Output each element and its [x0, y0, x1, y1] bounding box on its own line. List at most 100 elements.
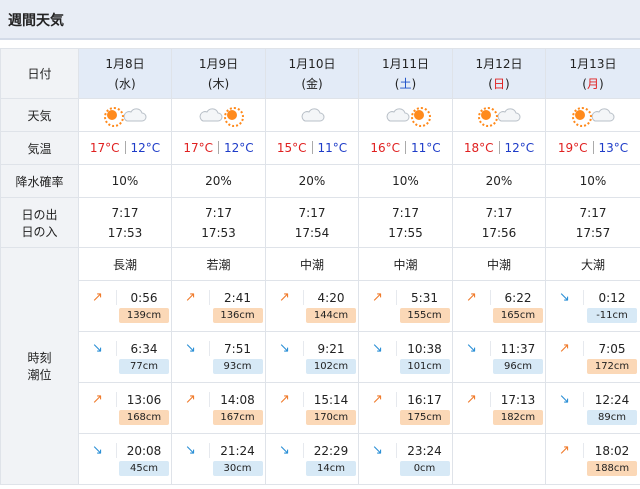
tide-level: 172cm	[587, 358, 637, 374]
tide-name-cell: 中潮	[358, 247, 453, 281]
tide-cell: ↘ 0:12 -11cm	[545, 280, 640, 332]
tide-cell: ↗ 5:31 155cm	[358, 280, 453, 332]
tide-cell: ↗ 16:17 175cm	[358, 382, 453, 434]
tide-cell: ↗ 15:14 170cm	[265, 382, 359, 434]
weather-cell	[452, 98, 546, 132]
divider	[218, 141, 219, 154]
divider	[405, 141, 406, 154]
divider	[592, 141, 594, 154]
tide-level: 101cm	[399, 358, 450, 374]
sunset-time: 17:54	[294, 225, 330, 240]
low-temp: 12°C	[224, 141, 254, 155]
high-temp: 17°C	[183, 141, 213, 155]
rising-arrow-icon: ↗	[172, 289, 210, 305]
precip-cell: 10%	[78, 164, 172, 198]
temperature-cell: 16°C 11°C	[358, 131, 453, 165]
falling-arrow-icon: ↘	[359, 442, 397, 458]
tide-time: 9:21	[317, 341, 345, 356]
tide-level: 168cm	[119, 409, 169, 425]
page-title: 週間天気	[0, 0, 640, 40]
tide-level: 89cm	[587, 409, 637, 425]
temperature-header-cell: 気温	[0, 131, 79, 165]
high-temp: 19°C	[557, 141, 588, 155]
tide-level: 96cm	[493, 358, 543, 374]
rising-arrow-icon: ↗	[79, 289, 117, 305]
precip-value: 10%	[579, 174, 607, 188]
tide-cell: ↗ 7:05 172cm	[545, 331, 640, 383]
sun-times-cell: 7:17 17:55	[358, 197, 453, 248]
tide-name: 若潮	[206, 257, 231, 272]
rising-arrow-icon: ↗	[172, 391, 210, 407]
sunset-time: 17:53	[201, 225, 236, 240]
sunrise-label: 日の出	[21, 207, 58, 222]
tide-header-cell: 時刻 潮位	[0, 247, 79, 485]
tide-level: 167cm	[212, 409, 263, 425]
sunrise-time: 7:17	[579, 205, 607, 220]
falling-arrow-icon: ↘	[546, 289, 584, 305]
sun-times-cell: 7:17 17:56	[452, 197, 546, 248]
tide-time: 4:20	[317, 290, 345, 305]
precip-value: 10%	[392, 174, 419, 188]
sunset-time: 17:56	[481, 225, 517, 240]
tide-time: 6:22	[504, 290, 532, 305]
day-date: 1月8日	[105, 56, 145, 71]
day-header: 1月9日 (木)	[171, 48, 266, 99]
low-temp: 12°C	[130, 141, 161, 155]
cloud-icon	[199, 108, 222, 122]
weekday: (木)	[207, 76, 230, 91]
divider	[124, 141, 126, 154]
tide-cell: ↗ 13:06 168cm	[78, 382, 172, 434]
tide-cell: ↘ 20:08 45cm	[78, 433, 172, 485]
tide-cell: ↘ 12:24 89cm	[545, 382, 640, 434]
tide-cell: ↘ 9:21 102cm	[265, 331, 359, 383]
tide-time: 2:41	[224, 290, 251, 305]
tide-time: 11:37	[500, 341, 536, 356]
day-header: 1月10日 (金)	[265, 48, 359, 99]
rising-arrow-icon: ↗	[359, 391, 397, 407]
sunset-time: 17:57	[575, 225, 611, 240]
weather-label: 天気	[27, 108, 52, 123]
day-date: 1月13日	[569, 56, 617, 71]
tide-cell: ↗ 14:08 167cm	[171, 382, 266, 434]
weekday: (金)	[301, 76, 323, 91]
tide-name: 中潮	[393, 257, 418, 272]
falling-arrow-icon: ↘	[453, 340, 491, 356]
tide-level: -11cm	[587, 307, 637, 323]
falling-arrow-icon: ↘	[266, 340, 304, 356]
cloud-icon	[497, 108, 521, 122]
tide-cell: ↘ 6:34 77cm	[78, 331, 172, 383]
sun-icon	[571, 106, 592, 127]
weekday: 土	[399, 76, 412, 91]
tide-cell: ↘ 21:24 30cm	[171, 433, 266, 485]
sunrise-time: 7:17	[205, 205, 232, 220]
tide-time: 17:13	[500, 392, 536, 407]
sunrise-time: 7:17	[392, 205, 419, 220]
temperature-cell: 15°C 11°C	[265, 131, 359, 165]
divider	[498, 141, 500, 154]
sun-times-cell: 7:17 17:53	[171, 197, 266, 248]
tide-time: 16:17	[407, 392, 442, 407]
date-label: 日付	[27, 67, 52, 81]
tide-time: 21:24	[220, 443, 255, 458]
falling-arrow-icon: ↘	[359, 340, 397, 356]
weather-cell	[265, 98, 359, 132]
falling-arrow-icon: ↘	[546, 391, 584, 407]
sun-times-cell: 7:17 17:57	[545, 197, 640, 248]
falling-arrow-icon: ↘	[79, 340, 117, 356]
day-date: 1月11日	[382, 56, 429, 71]
tide-time: 5:31	[411, 290, 438, 305]
tide-time: 10:38	[407, 341, 442, 356]
sunset-time: 17:55	[388, 225, 423, 240]
divider	[311, 141, 313, 154]
day-date: 1月10日	[288, 56, 336, 71]
tide-cell: ↘ 7:51 93cm	[171, 331, 266, 383]
high-temp: 16°C	[370, 141, 400, 155]
tide-time: 0:12	[598, 290, 626, 305]
tide-name: 大潮	[580, 257, 605, 272]
tide-time: 20:08	[126, 443, 162, 458]
tide-cell: ↗ 2:41 136cm	[171, 280, 266, 332]
weather-header-cell: 天気	[0, 98, 79, 132]
tide-cell: ↗ 0:56 139cm	[78, 280, 172, 332]
tide-cell: ↗ 4:20 144cm	[265, 280, 359, 332]
precip-value: 10%	[111, 174, 139, 188]
